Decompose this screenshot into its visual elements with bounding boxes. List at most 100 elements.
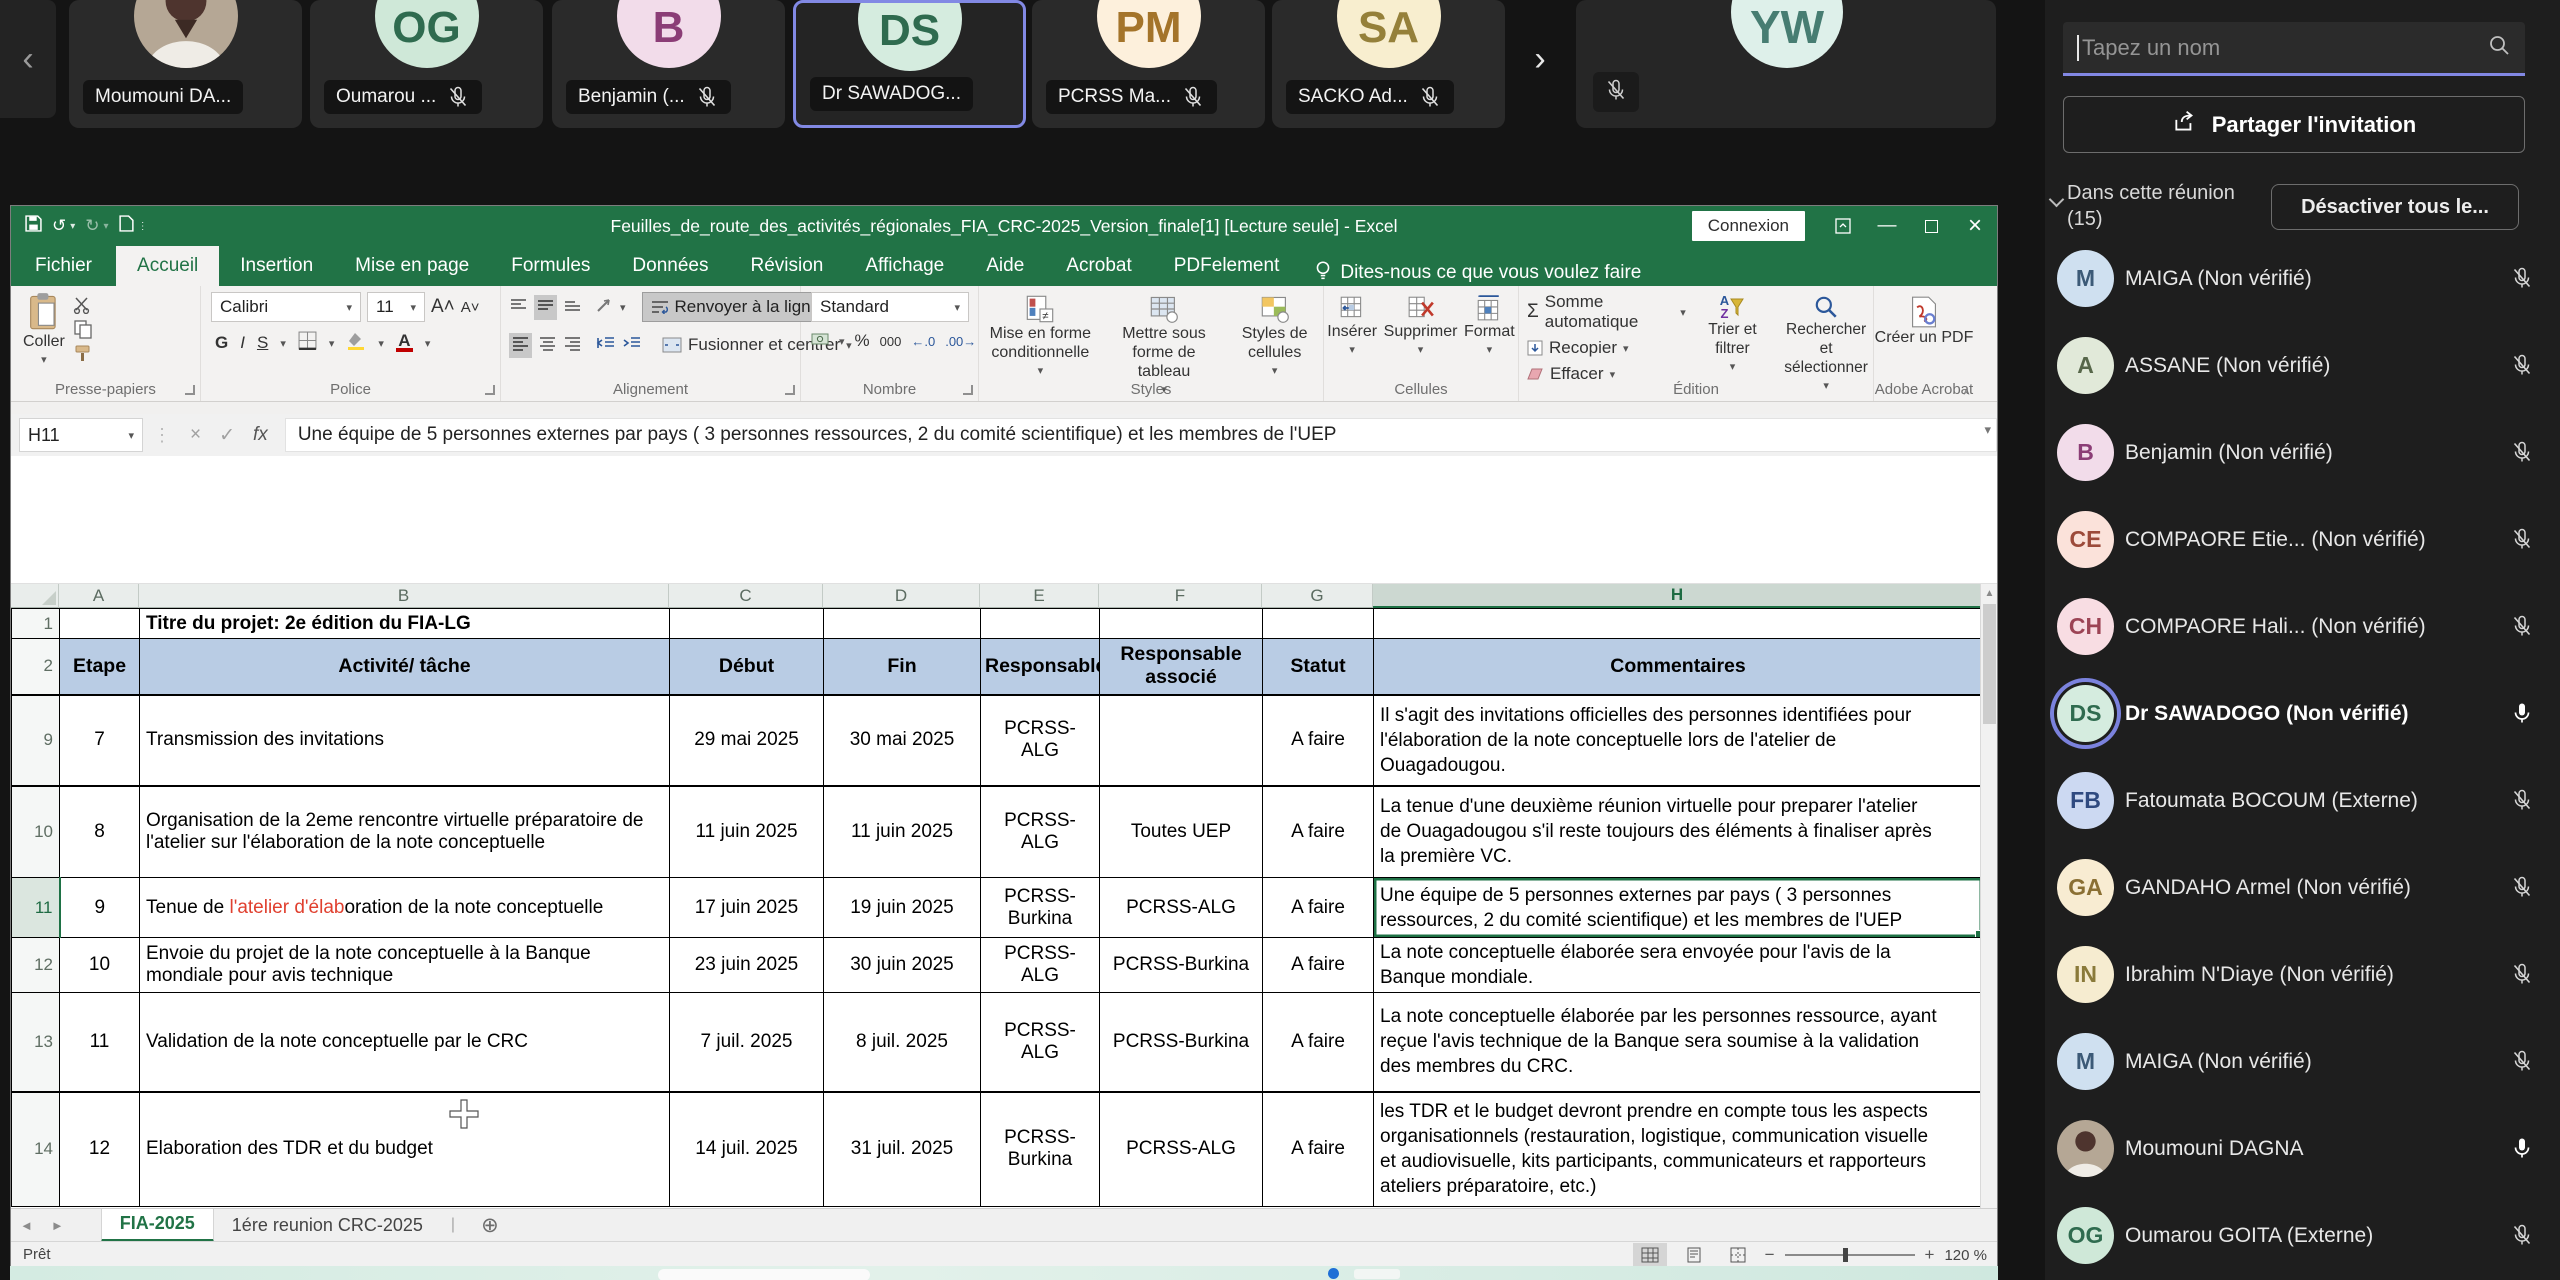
cell[interactable]: 30 mai 2025	[823, 694, 981, 787]
new-sheet-icon[interactable]: ⊕	[481, 1213, 499, 1238]
column-header-c[interactable]: C	[669, 584, 823, 608]
participant-row[interactable]: Moumouni DAGNA	[2045, 1105, 2560, 1192]
cell[interactable]	[980, 608, 1100, 639]
mute-all-button[interactable]: Désactiver tous le...	[2271, 184, 2519, 230]
active-cell-h11[interactable]: Une équipe de 5 personnes externes par p…	[1373, 877, 1982, 938]
tell-me-box[interactable]: Dites-nous ce que vous voulez faire	[1314, 260, 1641, 286]
column-header-g[interactable]: G	[1262, 584, 1373, 608]
cell[interactable]: Il s'agit des invitations officielles de…	[1373, 694, 1982, 787]
cell[interactable]: A faire	[1262, 877, 1374, 938]
cell[interactable]: Tenue de l'atelier d'élaboration de la n…	[139, 877, 670, 938]
cell[interactable]: Envoie du projet de la note conceptuelle…	[139, 937, 670, 993]
cell[interactable]: A faire	[1262, 1091, 1374, 1207]
column-header-d[interactable]: D	[823, 584, 980, 608]
create-pdf-button[interactable]: Créer un PDF	[1874, 292, 1974, 347]
header-statut[interactable]: Statut	[1262, 638, 1374, 696]
accounting-format-icon[interactable]	[811, 331, 829, 351]
thousands-separator-icon[interactable]: 000	[880, 334, 902, 349]
cell[interactable]: PCRSS- ALG	[980, 785, 1100, 878]
cell[interactable]: 9	[59, 877, 140, 938]
cell[interactable]: PCRSS-ALG	[980, 992, 1100, 1093]
mic-off-icon[interactable]	[2510, 1049, 2534, 1078]
column-header-e[interactable]: E	[980, 584, 1099, 608]
mic-off-icon[interactable]	[2510, 788, 2534, 817]
cell[interactable]: Elaboration des TDR et du budget	[139, 1091, 670, 1207]
align-left-icon[interactable]	[509, 332, 532, 358]
participant-row[interactable]: CH COMPAORE Hali... (Non vérifié)	[2045, 583, 2560, 670]
cell[interactable]: PCRSS-ALG	[1099, 877, 1263, 938]
increase-indent-icon[interactable]	[622, 335, 642, 356]
cell[interactable]	[1262, 608, 1374, 639]
cell[interactable]: 7	[59, 694, 140, 787]
restore-button[interactable]	[1909, 206, 1953, 246]
cell[interactable]: 29 mai 2025	[669, 694, 824, 787]
name-box[interactable]: H11 ▾	[19, 418, 143, 452]
undo-icon[interactable]: ↺	[52, 216, 66, 236]
undo-dropdown-icon[interactable]: ▾	[70, 221, 75, 232]
align-bottom-icon[interactable]	[563, 297, 582, 318]
cell[interactable]: Transmission des invitations	[139, 694, 670, 787]
format-painter-icon[interactable]	[73, 344, 93, 362]
header-etape[interactable]: Etape	[59, 638, 140, 696]
participant-search-input[interactable]: Tapez un nom	[2063, 22, 2525, 76]
cell[interactable]: 11 juin 2025	[669, 785, 824, 878]
row-number[interactable]: 1	[11, 608, 60, 639]
mic-off-icon[interactable]	[2510, 440, 2534, 469]
participant-row[interactable]: M MAIGA (Non vérifié)	[2045, 235, 2560, 322]
cell[interactable]: 14 juil. 2025	[669, 1091, 824, 1207]
row-number[interactable]: 2	[11, 638, 60, 696]
cell[interactable]	[823, 608, 981, 639]
grow-font-icon[interactable]: A˄	[431, 296, 455, 318]
video-tile[interactable]: OG Oumarou ...	[310, 0, 543, 128]
dialog-launcher-icon[interactable]	[785, 385, 795, 395]
insert-function-icon[interactable]: fx	[253, 424, 268, 446]
video-tile[interactable]: B Benjamin (...	[552, 0, 785, 128]
cell[interactable]: 30 juin 2025	[823, 937, 981, 993]
tab-accueil[interactable]: Accueil	[116, 246, 220, 286]
row-number[interactable]: 10	[11, 785, 60, 878]
tab-revision[interactable]: Révision	[729, 246, 844, 286]
tab-acrobat[interactable]: Acrobat	[1045, 246, 1152, 286]
row-number[interactable]: 9	[11, 694, 60, 787]
page-layout-view-button[interactable]	[1677, 1243, 1711, 1267]
cell[interactable]: PCRSS-Burkina	[980, 877, 1100, 938]
collapse-ribbon-icon[interactable]: ˄	[1963, 385, 1970, 399]
ribbon-display-options-button[interactable]	[1821, 206, 1865, 246]
autosum-button[interactable]: Σ Somme automatique ▾	[1527, 292, 1686, 332]
decrease-indent-icon[interactable]	[596, 335, 616, 356]
copy-icon[interactable]	[73, 319, 93, 339]
participant-row[interactable]: CE COMPAORE Etie... (Non vérifié)	[2045, 496, 2560, 583]
cell[interactable]: La note conceptuelle élaborée par les pe…	[1373, 992, 1982, 1093]
paste-button[interactable]: Coller ▾	[23, 292, 65, 370]
cell[interactable]: 11 juin 2025	[823, 785, 981, 878]
formula-bar-expand-icon[interactable]: ▾	[1984, 422, 1991, 438]
mic-on-icon[interactable]	[2510, 701, 2534, 730]
chevron-down-icon[interactable]	[2048, 191, 2065, 208]
zoom-slider-thumb[interactable]	[1842, 1248, 1848, 1262]
page-break-view-button[interactable]	[1721, 1243, 1755, 1267]
cell[interactable]: 31 juil. 2025	[823, 1091, 981, 1207]
video-tile[interactable]: Moumouni DA...	[69, 0, 302, 128]
participant-row[interactable]: IN Ibrahim N'Diaye (Non vérifié)	[2045, 931, 2560, 1018]
cell[interactable]: PCRSS-Burkina	[980, 1091, 1100, 1207]
column-header-f[interactable]: F	[1099, 584, 1262, 608]
cell[interactable]: PCRSS- ALG	[980, 694, 1100, 787]
header-activite[interactable]: Activité/ tâche	[139, 638, 670, 696]
font-size-select[interactable]: 11 ▾	[367, 292, 425, 322]
cell[interactable]	[1099, 608, 1263, 639]
tab-aide[interactable]: Aide	[965, 246, 1045, 286]
dialog-launcher-icon[interactable]	[963, 385, 973, 395]
mic-off-icon[interactable]	[2510, 875, 2534, 904]
formula-input[interactable]: Une équipe de 5 personnes externes par p…	[284, 418, 1997, 452]
increase-decimal-icon[interactable]: ←.0	[911, 334, 935, 349]
column-header-h-selected[interactable]: H	[1373, 584, 1982, 608]
mic-off-icon[interactable]	[2510, 1223, 2534, 1252]
participant-row[interactable]: FB Fatoumata BOCOUM (Externe)	[2045, 757, 2560, 844]
close-button[interactable]: ×	[1953, 206, 1997, 246]
header-responsable-associe[interactable]: Responsable associé	[1099, 638, 1263, 696]
cell[interactable]: Organisation de la 2eme rencontre virtue…	[139, 785, 670, 878]
video-tile[interactable]: SA SACKO Ad...	[1272, 0, 1505, 128]
mic-off-icon[interactable]	[2510, 353, 2534, 382]
vertical-scrollbar[interactable]: ▲	[1980, 584, 1997, 1208]
cell[interactable]: PCRSS-Burkina	[1099, 937, 1263, 993]
